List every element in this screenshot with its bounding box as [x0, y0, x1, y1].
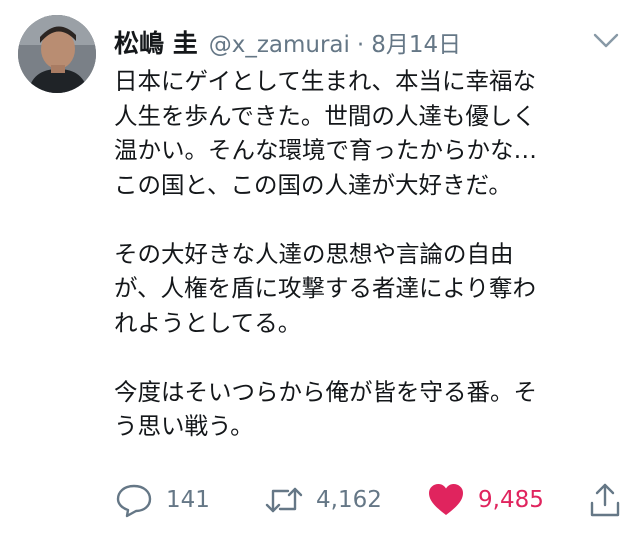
- like-count: 9,485: [478, 487, 544, 513]
- tweet-paragraph: 今度はそいつらから俺が皆を守る番。そ う思い戦う。: [114, 377, 537, 441]
- share-icon: [588, 481, 622, 519]
- separator-dot: ·: [356, 32, 365, 58]
- retweet-count: 4,162: [316, 487, 382, 513]
- tweet-header: 松嶋 圭 @x_zamurai · 8月14日: [114, 24, 461, 58]
- tweet: 松嶋 圭 @x_zamurai · 8月14日 日本にゲイとして生まれ、本当に幸…: [0, 0, 640, 535]
- tweet-date[interactable]: 8月14日: [371, 25, 461, 59]
- reply-count: 141: [166, 487, 210, 513]
- share-button[interactable]: [588, 478, 622, 522]
- tweet-paragraph: 日本にゲイとして生まれ、本当に幸福な 人生を歩んできた。世間の人達も優しく 温か…: [114, 67, 537, 199]
- user-handle[interactable]: @x_zamurai: [209, 32, 350, 58]
- display-name[interactable]: 松嶋 圭: [114, 24, 198, 60]
- retweet-button[interactable]: 4,162: [264, 478, 382, 522]
- like-button[interactable]: 9,485: [426, 478, 544, 522]
- tweet-paragraph: その大好きな人達の思想や言論の自由 が、人権を盾に攻撃する者達により奪わ れよう…: [114, 239, 537, 337]
- tweet-actions: 141 4,162 9,485: [0, 478, 640, 522]
- chevron-down-icon[interactable]: [593, 33, 619, 49]
- heart-icon: [426, 482, 466, 518]
- reply-icon: [114, 482, 154, 518]
- avatar[interactable]: [18, 15, 96, 93]
- retweet-icon: [264, 483, 304, 517]
- reply-button[interactable]: 141: [114, 478, 210, 522]
- tweet-text: 日本にゲイとして生まれ、本当に幸福な 人生を歩んできた。世間の人達も優しく 温か…: [114, 64, 630, 444]
